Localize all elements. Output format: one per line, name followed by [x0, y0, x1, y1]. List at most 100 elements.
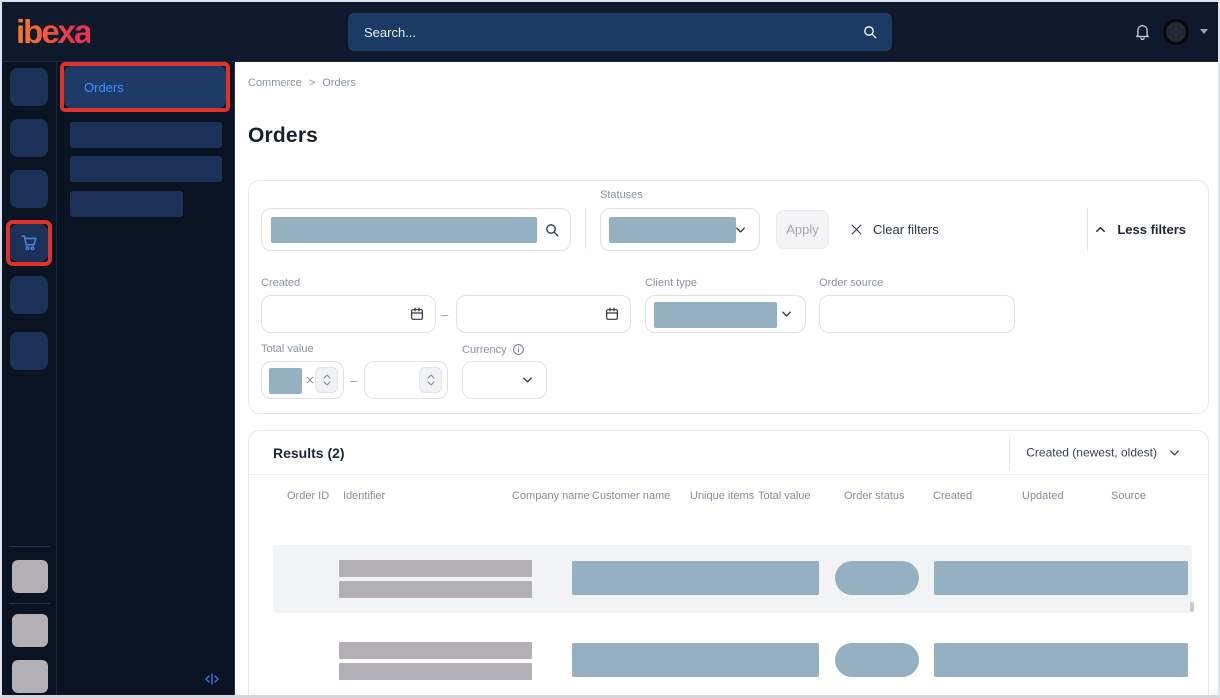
order-source-input[interactable] [819, 295, 1015, 333]
submenu-item-orders[interactable]: Orders [64, 66, 226, 108]
calendar-icon[interactable] [409, 306, 425, 322]
clear-value-icon[interactable] [305, 375, 315, 385]
sort-dropdown[interactable]: Created (newest, oldest) [1026, 445, 1182, 460]
user-menu-caret-icon[interactable] [1200, 29, 1208, 34]
menu-tile-placeholder[interactable] [10, 276, 48, 314]
submenu-item-placeholder[interactable] [70, 156, 222, 182]
column-header[interactable]: Total value [758, 489, 844, 504]
main-menu-rail [2, 62, 57, 695]
annotation-box-commerce [6, 220, 52, 266]
redacted-customer-data [572, 643, 819, 677]
column-header[interactable]: Updated [1022, 489, 1111, 504]
less-filters-label: Less filters [1117, 222, 1186, 237]
table-row[interactable] [273, 545, 1192, 613]
total-value-from-input[interactable] [261, 361, 344, 399]
scrollbar-thumb[interactable] [1190, 602, 1194, 612]
client-type-label: Client type [645, 277, 697, 289]
number-stepper-icon[interactable] [419, 367, 442, 393]
results-title: Results (2) [273, 444, 345, 461]
column-header[interactable]: Identifier [343, 489, 512, 504]
filter-search-input[interactable] [261, 208, 571, 251]
breadcrumb-commerce[interactable]: Commerce [248, 77, 302, 89]
chevron-down-icon [1167, 445, 1182, 460]
apply-button[interactable]: Apply [776, 210, 829, 249]
bottom-tile-placeholder[interactable] [12, 614, 48, 647]
bottom-tile-placeholder[interactable] [12, 660, 48, 693]
menu-tile-placeholder[interactable] [10, 332, 48, 370]
redacted-statuses-value [609, 217, 736, 243]
filter-divider [585, 208, 586, 251]
total-value-to-input[interactable] [364, 361, 448, 399]
created-from-date-input[interactable] [261, 295, 436, 333]
chevron-down-icon [733, 222, 748, 237]
redacted-order-status-badge [835, 643, 919, 677]
statuses-select[interactable] [600, 208, 760, 251]
column-header[interactable]: Created [933, 489, 1022, 504]
client-type-select[interactable] [645, 295, 806, 333]
commerce-submenu: Orders [57, 62, 235, 695]
chevron-down-icon [779, 307, 794, 322]
column-header[interactable]: Source [1111, 489, 1192, 504]
search-input[interactable] [348, 24, 862, 40]
app-window: ibexa Search... Orders Commerce > Orders… [0, 0, 1220, 698]
global-search[interactable] [348, 13, 892, 51]
sort-label: Created (newest, oldest) [1026, 445, 1157, 460]
column-header[interactable]: Order status [844, 489, 933, 504]
search-icon[interactable] [862, 24, 878, 40]
bottom-tile-placeholder[interactable] [12, 560, 48, 593]
rail-divider [9, 546, 50, 547]
calendar-icon[interactable] [604, 306, 620, 322]
redacted-dates [934, 561, 1188, 595]
redacted-order-status-badge [835, 561, 919, 595]
info-icon[interactable] [512, 343, 525, 356]
commerce-menu-item[interactable] [10, 224, 48, 262]
clear-filters-label: Clear filters [873, 222, 939, 237]
menu-tile-placeholder[interactable] [10, 68, 48, 106]
close-icon [849, 222, 864, 237]
statuses-label: Statuses [600, 189, 643, 201]
table-row[interactable] [273, 627, 1192, 695]
column-header[interactable]: Unique items [690, 489, 758, 504]
submenu-item-orders-label: Orders [84, 79, 124, 95]
submenu-item-placeholder[interactable] [70, 191, 183, 217]
shopping-cart-icon [18, 232, 40, 254]
value-range-separator: – [350, 372, 358, 388]
breadcrumb: Commerce > Orders [248, 77, 356, 89]
notifications-bell-icon[interactable] [1133, 22, 1152, 41]
currency-label: Currency [462, 343, 525, 356]
annotation-box-orders: Orders [60, 62, 230, 112]
created-label: Created [261, 277, 301, 289]
created-to-date-input[interactable] [456, 295, 631, 333]
column-header[interactable]: Company name [512, 489, 592, 504]
breadcrumb-orders[interactable]: Orders [322, 77, 356, 89]
redacted-search-value [271, 217, 537, 243]
rail-divider [9, 603, 50, 604]
page-title: Orders [248, 124, 319, 147]
results-header: Results (2) Created (newest, oldest) [249, 431, 1208, 475]
redacted-customer-data [572, 561, 819, 595]
redacted-client-type-value [654, 302, 777, 328]
less-filters-toggle[interactable]: Less filters [1093, 208, 1186, 251]
menu-tile-placeholder[interactable] [10, 119, 48, 157]
ibexa-logo[interactable]: ibexa [16, 13, 92, 51]
collapse-sidebar-icon[interactable] [202, 669, 222, 689]
menu-tile-placeholder[interactable] [10, 170, 48, 208]
number-stepper-icon[interactable] [315, 367, 338, 393]
table-header-row: Order ID Identifier Company name Custome… [287, 489, 1192, 504]
column-header[interactable]: Order ID [287, 489, 343, 504]
filters-panel: Statuses Apply Clear filters Less filter… [248, 180, 1209, 414]
currency-select[interactable] [462, 361, 547, 399]
sort-divider [1009, 436, 1010, 470]
results-panel: Results (2) Created (newest, oldest) Ord… [248, 430, 1209, 695]
top-bar: ibexa [2, 2, 1218, 62]
redacted-identifier [339, 642, 532, 659]
redacted-identifier [339, 663, 532, 680]
clear-filters-button[interactable]: Clear filters [849, 208, 939, 251]
redacted-dates [934, 643, 1188, 677]
topbar-actions [1133, 18, 1208, 45]
submenu-item-placeholder[interactable] [70, 122, 222, 148]
user-avatar[interactable] [1163, 18, 1189, 45]
column-header[interactable]: Customer name [592, 489, 690, 504]
search-icon[interactable] [544, 222, 560, 238]
order-source-label: Order source [819, 277, 884, 289]
